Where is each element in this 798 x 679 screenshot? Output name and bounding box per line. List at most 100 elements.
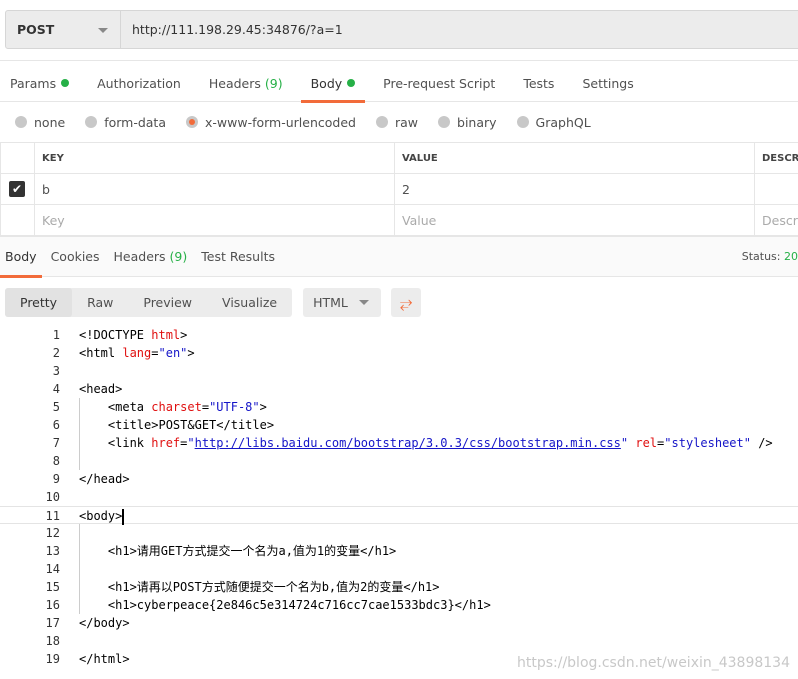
- line-number: 19: [45, 652, 60, 666]
- header-value: VALUE: [394, 142, 755, 174]
- tab-authorization[interactable]: Authorization: [87, 64, 191, 102]
- description-placeholder[interactable]: Descrip: [754, 204, 798, 236]
- line-number: 3: [52, 364, 60, 378]
- viewer-toolbar: Pretty Raw Preview Visualize HTML ⥂: [5, 288, 422, 317]
- mode-visualize[interactable]: Visualize: [207, 288, 292, 317]
- radio-x-www-form-urlencoded[interactable]: x-www-form-urlencoded: [186, 115, 356, 130]
- line-content: <html lang="en">: [60, 344, 195, 362]
- code-line: 8: [0, 452, 798, 470]
- response-code[interactable]: 1 <!DOCTYPE html> 2 <html lang="en"> 3 4 <head…: [0, 326, 798, 668]
- radio-label: x-www-form-urlencoded: [205, 114, 356, 130]
- radio-binary[interactable]: binary: [438, 115, 497, 130]
- response-tabs: Body Cookies Headers (9) Test Results: [0, 237, 284, 278]
- line-number: 6: [52, 418, 60, 432]
- value-cell[interactable]: 2: [394, 173, 755, 205]
- code-token: </head>: [79, 472, 130, 486]
- tab-pre-request-script[interactable]: Pre-request Script: [373, 64, 505, 102]
- line-content: <body>: [60, 507, 125, 525]
- mode-preview[interactable]: Preview: [128, 288, 207, 317]
- code-line: 12: [0, 524, 798, 542]
- key-placeholder[interactable]: Key: [34, 204, 395, 236]
- radio-label: form-data: [104, 114, 166, 130]
- response-tab-body[interactable]: Body: [0, 237, 42, 278]
- response-tab-headers[interactable]: Headers (9): [109, 237, 193, 277]
- code-line: 5 <meta charset="UTF-8">: [0, 398, 798, 416]
- line-content: <head>: [60, 380, 122, 398]
- code-token: >: [259, 400, 267, 414]
- line-content: <h1>请再以POST方式随便提交一个名为b,值为2的变量</h1>: [60, 578, 440, 596]
- line-number: 18: [45, 634, 60, 648]
- radio-GraphQL[interactable]: GraphQL: [516, 114, 591, 130]
- code-line: 7 <link href="http://libs.baidu.com/boot…: [0, 434, 798, 452]
- line-number: 17: [45, 616, 60, 630]
- tab-label: Headers: [208, 75, 261, 91]
- tab-body[interactable]: Body: [300, 64, 366, 103]
- header-key: KEY: [34, 142, 395, 174]
- code-token: <h1>请再以POST方式随便提交一个名为b,值为2的变量</h1>: [79, 580, 440, 594]
- code-line: 1 <!DOCTYPE html>: [0, 326, 798, 344]
- code-token: >: [180, 328, 188, 342]
- code-line: 18: [0, 632, 798, 650]
- row-checkbox[interactable]: ✔: [9, 181, 25, 197]
- status-value: 20: [784, 250, 798, 263]
- radio-label: GraphQL: [535, 114, 591, 130]
- code-token: =: [201, 400, 210, 414]
- code-token: <head>: [79, 382, 123, 396]
- mode-raw[interactable]: Raw: [72, 288, 128, 317]
- tab-label: Settings: [582, 75, 634, 91]
- tab-tests[interactable]: Tests: [513, 64, 564, 102]
- radio-form-data[interactable]: form-data: [85, 115, 166, 130]
- radio-none[interactable]: none: [15, 115, 65, 130]
- radio-circle-icon: [516, 116, 529, 128]
- wrap-lines-icon[interactable]: ⥂: [391, 288, 422, 317]
- table-row: ✔ b 2: [0, 173, 798, 205]
- watermark: https://blog.csdn.net/weixin_43898134: [516, 655, 790, 671]
- code-line: 17 </body>: [0, 614, 798, 632]
- response-bar: Body Cookies Headers (9) Test Results Status…: [0, 236, 798, 278]
- line-content: [60, 362, 79, 380]
- code-token: <html: [79, 346, 123, 360]
- code-line: 14: [0, 560, 798, 578]
- text-cursor: [122, 508, 125, 525]
- status-dot-icon: [61, 79, 70, 87]
- method-select[interactable]: POST: [6, 11, 121, 48]
- code-token: "stylesheet": [664, 436, 751, 450]
- code-token: <link: [79, 436, 152, 450]
- code-token: >: [187, 346, 195, 360]
- response-tab-test-results[interactable]: Test Results: [196, 237, 280, 277]
- line-content: [60, 524, 79, 542]
- key-cell[interactable]: b: [34, 173, 395, 205]
- line-number: 9: [52, 472, 60, 486]
- code-line: 4 <head>: [0, 380, 798, 398]
- tab-label: Params: [10, 75, 57, 91]
- tab-label: Test Results: [201, 249, 275, 264]
- tab-label: Cookies: [50, 249, 100, 264]
- code-token: "en": [158, 346, 188, 360]
- url-input[interactable]: http://111.198.29.45:34876/?a=1: [121, 11, 343, 48]
- line-number: 1: [52, 328, 60, 342]
- code-link[interactable]: http://libs.baidu.com/bootstrap/3.0.3/cs…: [195, 436, 621, 450]
- format-select[interactable]: HTML: [303, 288, 382, 317]
- tab-headers[interactable]: Headers (9): [199, 64, 293, 102]
- code-token: <title>POST&GET</title>: [79, 418, 275, 432]
- code-line: 3: [0, 362, 798, 380]
- line-content: [60, 560, 79, 578]
- chevron-down-icon: [98, 28, 108, 33]
- line-content: <h1>请用GET方式提交一个名为a,值为1的变量</h1>: [60, 542, 396, 560]
- tab-params[interactable]: Params: [0, 64, 79, 102]
- mode-pretty[interactable]: Pretty: [5, 288, 73, 317]
- code-line: 9 </head>: [0, 470, 798, 488]
- radio-circle-icon: [438, 116, 451, 128]
- code-token: <!DOCTYPE: [79, 328, 152, 342]
- body-type-radios: none form-data x-www-form-urlencoded raw bin…: [15, 102, 611, 142]
- radio-raw[interactable]: raw: [375, 115, 418, 130]
- value-placeholder[interactable]: Value: [394, 204, 755, 236]
- tab-label: Tests: [523, 75, 555, 91]
- code-token: <h1>cyberpeace{2e846c5e314724c716cc7cae1…: [79, 598, 491, 612]
- description-cell[interactable]: [754, 173, 798, 205]
- line-content: <title>POST&GET</title>: [60, 416, 274, 434]
- tab-settings[interactable]: Settings: [572, 64, 643, 102]
- line-number: 13: [45, 544, 60, 558]
- code-token: <h1>请用GET方式提交一个名为a,值为1的变量</h1>: [79, 544, 397, 558]
- response-tab-cookies[interactable]: Cookies: [46, 237, 105, 277]
